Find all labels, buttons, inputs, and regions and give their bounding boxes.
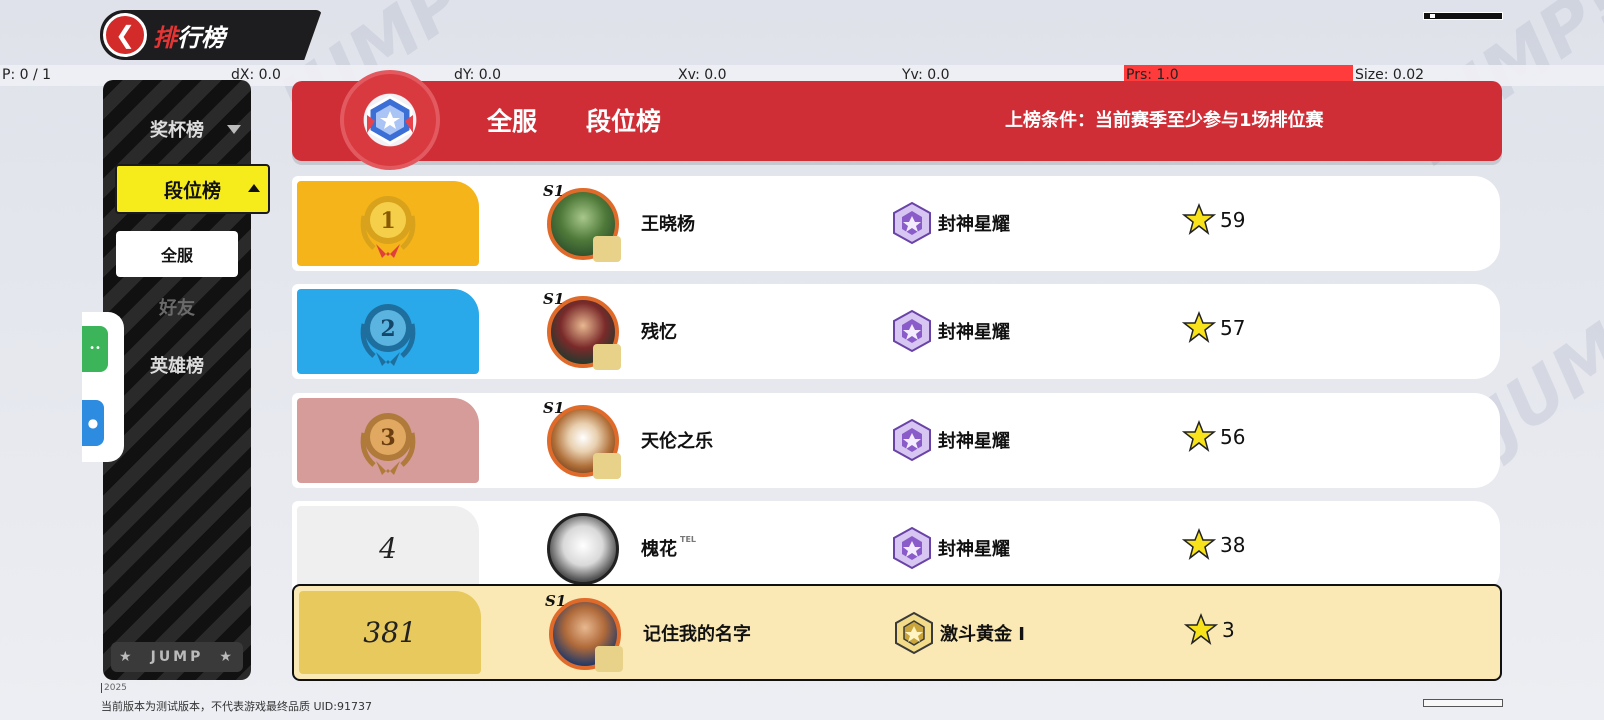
rank-box: 4 bbox=[297, 506, 479, 591]
header-condition: 上榜条件：当前赛季至少参与1场排位赛 bbox=[1005, 110, 1324, 131]
status-indicator bbox=[1423, 699, 1503, 707]
star-icon bbox=[1182, 311, 1216, 343]
chevron-up-icon bbox=[248, 184, 260, 192]
side-tab-strip: •• ● bbox=[82, 312, 124, 462]
star-count: 59 bbox=[1220, 208, 1246, 232]
frame-badge-icon bbox=[593, 344, 621, 370]
status-indicator bbox=[1423, 12, 1503, 20]
avatar[interactable]: S1 bbox=[543, 290, 627, 372]
star-icon: ★ bbox=[119, 649, 135, 665]
table-row[interactable]: 3 S1 天伦之乐 封神星耀 56 bbox=[292, 393, 1500, 488]
avatar[interactable]: S1 bbox=[543, 182, 627, 264]
jump-logo-footer: ★ JUMP ★ bbox=[111, 642, 243, 672]
star-count: 38 bbox=[1220, 533, 1246, 557]
season-badge: S1 bbox=[543, 182, 565, 200]
header-scope: 全服 bbox=[487, 107, 538, 136]
rank-box: 2 bbox=[297, 289, 479, 374]
rank-box: 3 bbox=[297, 398, 479, 483]
header-board-title: 段位榜 bbox=[586, 107, 662, 136]
table-row[interactable]: 4 槐花 TEL 封神星耀 38 bbox=[292, 501, 1500, 596]
sidebar-item-rank[interactable]: 段位榜 bbox=[115, 164, 270, 214]
name-tag: TEL bbox=[680, 535, 697, 544]
rank-number: 4 bbox=[379, 532, 397, 565]
my-rank-row[interactable]: 381 S1 记住我的名字 激斗黄金 I 3 bbox=[292, 584, 1502, 681]
season-badge: S1 bbox=[543, 399, 565, 417]
player-name: 王晓杨 bbox=[641, 214, 695, 235]
build-year: 2025 bbox=[101, 683, 127, 693]
rank-emblem-icon bbox=[340, 70, 440, 170]
frame-badge-icon bbox=[593, 236, 621, 262]
tier-name: 激斗黄金 I bbox=[940, 624, 1025, 645]
player-name: 槐花 TEL bbox=[641, 535, 697, 560]
player-name: 天伦之乐 bbox=[641, 431, 713, 452]
legend-tier-icon bbox=[893, 309, 931, 353]
star-icon bbox=[1182, 420, 1216, 452]
tier-name: 封神星耀 bbox=[938, 322, 1010, 343]
sidebar-item-friends[interactable]: 好友 bbox=[103, 294, 251, 320]
avatar-image bbox=[547, 513, 619, 585]
sidebar-item-heroes[interactable]: 英雄榜 bbox=[103, 352, 251, 378]
gold-tier-icon bbox=[895, 611, 933, 655]
tier-name: 封神星耀 bbox=[938, 431, 1010, 452]
player-name: 残忆 bbox=[641, 322, 677, 343]
frame-badge-icon bbox=[593, 453, 621, 479]
star-count: 57 bbox=[1220, 316, 1246, 340]
frame-badge-icon bbox=[595, 646, 623, 672]
table-row[interactable]: 1 S1 王晓杨 封神星耀 59 bbox=[292, 176, 1500, 271]
jump-label: JUMP bbox=[150, 649, 204, 665]
build-notice: 当前版本为测试版本，不代表游戏最终品质 UID:91737 bbox=[101, 700, 372, 713]
rank-number: 3 bbox=[380, 425, 395, 451]
star-count: 56 bbox=[1220, 425, 1246, 449]
sidebar-item-trophy[interactable]: 奖杯榜 bbox=[103, 116, 251, 142]
avatar[interactable]: S1 bbox=[543, 399, 627, 481]
rank-medal-icon: 3 bbox=[360, 412, 416, 475]
back-arrow-icon: ❮ bbox=[114, 21, 136, 49]
season-badge: S1 bbox=[545, 592, 567, 610]
rank-box: 1 bbox=[297, 181, 479, 266]
season-badge: S1 bbox=[543, 290, 565, 308]
star-count: 3 bbox=[1222, 618, 1235, 642]
my-rank-number: 381 bbox=[363, 616, 417, 649]
legend-tier-icon bbox=[893, 418, 931, 462]
tier-name: 封神星耀 bbox=[938, 539, 1010, 560]
star-icon bbox=[1184, 613, 1218, 645]
side-tab-green[interactable]: •• bbox=[82, 326, 108, 372]
rank-number: 1 bbox=[380, 208, 395, 234]
rank-medal-icon: 1 bbox=[360, 195, 416, 258]
legend-tier-icon bbox=[893, 526, 931, 570]
star-icon bbox=[1182, 203, 1216, 235]
sidebar-sub-all[interactable]: 全服 bbox=[116, 231, 238, 277]
rank-medal-icon: 2 bbox=[360, 303, 416, 366]
page-title: 排行榜 bbox=[153, 23, 225, 52]
rank-number: 2 bbox=[380, 316, 395, 342]
avatar[interactable]: S1 bbox=[545, 592, 629, 674]
legend-tier-icon bbox=[893, 201, 931, 245]
tier-name: 封神星耀 bbox=[938, 214, 1010, 235]
page-title-bar: ❮ 排行榜 bbox=[100, 10, 322, 60]
my-rank-box: 381 bbox=[299, 591, 481, 674]
avatar[interactable] bbox=[547, 509, 627, 589]
side-tab-blue[interactable]: ● bbox=[82, 400, 104, 446]
back-button[interactable]: ❮ bbox=[103, 13, 147, 57]
star-icon: ★ bbox=[219, 649, 235, 665]
table-row[interactable]: 2 S1 残忆 封神星耀 57 bbox=[292, 284, 1500, 379]
player-name: 记住我的名字 bbox=[643, 624, 751, 645]
star-icon bbox=[1182, 528, 1216, 560]
chevron-down-icon bbox=[227, 125, 241, 134]
